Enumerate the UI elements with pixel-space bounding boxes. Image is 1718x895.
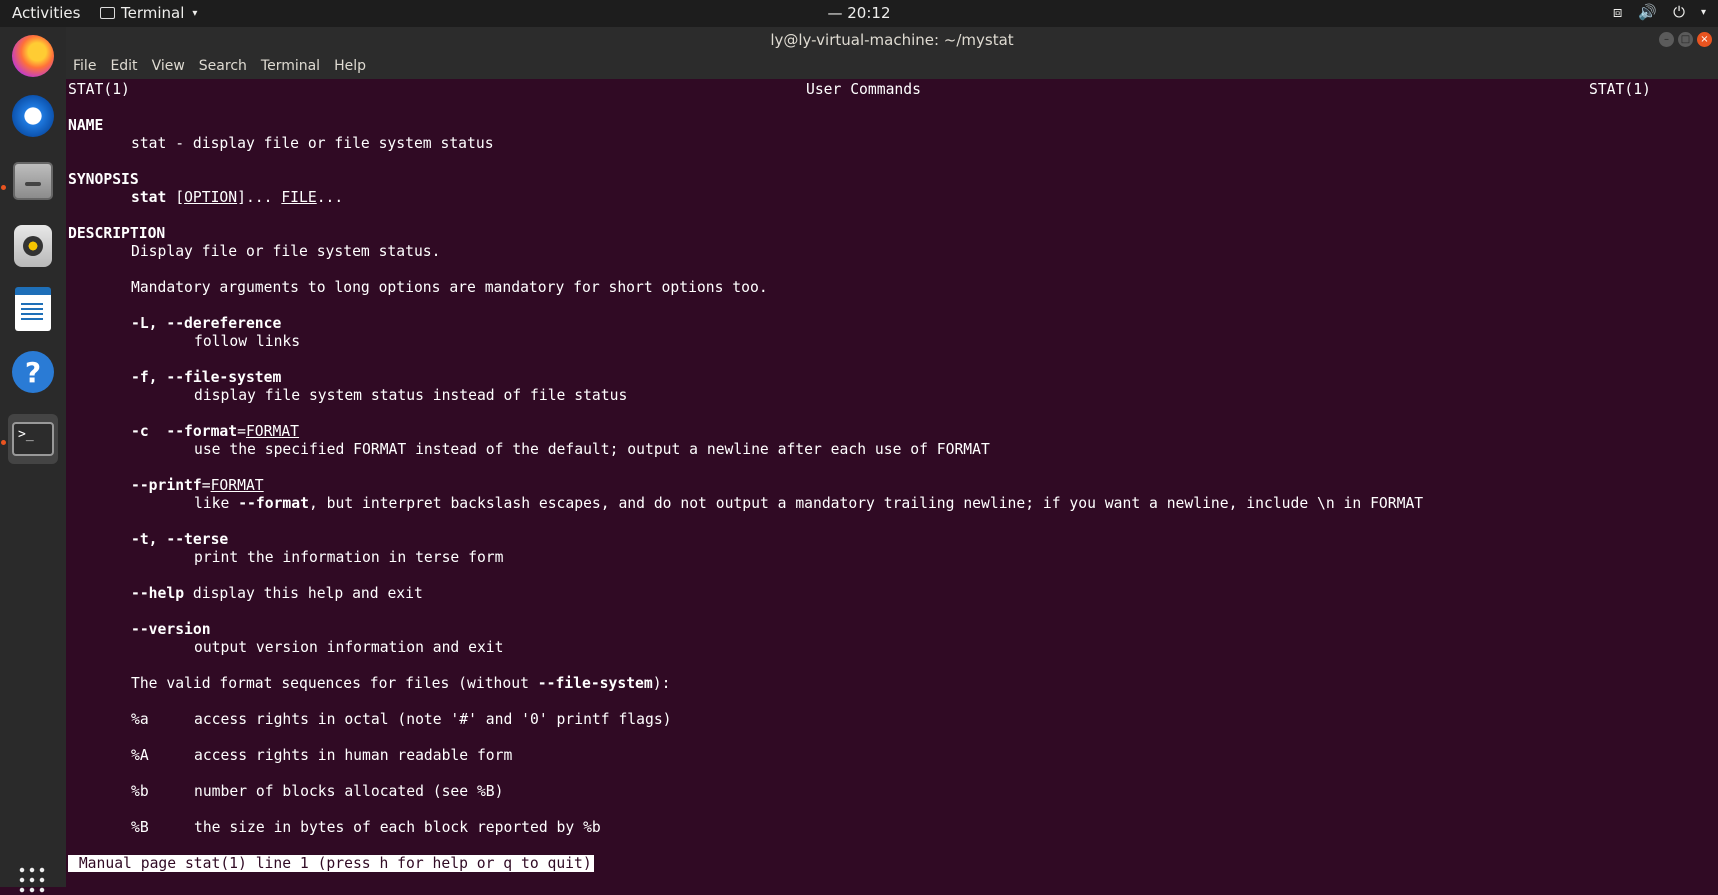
description-text: The valid format sequences for files (wi…	[131, 675, 671, 692]
format-key: %A	[131, 747, 149, 764]
section-heading: NAME	[68, 117, 104, 134]
menu-help[interactable]: Help	[327, 54, 373, 79]
help-icon: ?	[12, 351, 54, 393]
chevron-down-icon: ▾	[192, 7, 198, 19]
dock-writer[interactable]	[8, 284, 58, 334]
man-header-right: STAT(1)	[1589, 81, 1651, 98]
terminal-icon: >_	[12, 422, 54, 456]
app-menu[interactable]: Terminal ▾	[100, 4, 197, 22]
power-icon[interactable]: ⏻	[1673, 3, 1685, 21]
option-name: -t, --terse	[131, 531, 229, 548]
menu-view[interactable]: View	[145, 54, 192, 79]
dock-help[interactable]: ?	[8, 347, 58, 397]
format-key: %B	[131, 819, 149, 836]
menu-bar: File Edit View Search Terminal Help	[66, 54, 1718, 79]
format-desc: access rights in octal (note '#' and '0'…	[194, 711, 672, 728]
option-desc: display file system status instead of fi…	[194, 387, 628, 404]
terminal-scrollbar[interactable]	[1714, 79, 1718, 887]
dock-terminal[interactable]: >_	[8, 414, 58, 464]
option-desc: use the specified FORMAT instead of the …	[194, 441, 990, 458]
running-indicator	[1, 185, 6, 190]
thunderbird-icon	[12, 95, 54, 137]
synopsis-line: stat [OPTION]... FILE...	[131, 189, 344, 206]
option-desc: follow links	[194, 333, 301, 350]
section-heading: DESCRIPTION	[68, 225, 166, 242]
name-text: stat - display file or file system statu…	[131, 135, 494, 152]
menu-search[interactable]: Search	[192, 54, 254, 79]
system-tray[interactable]: ⧈ 🔊 ⏻ ▾	[1613, 3, 1706, 21]
show-applications-icon[interactable]	[17, 865, 47, 895]
man-header-left: STAT(1)	[68, 81, 130, 98]
window-title: ly@ly-virtual-machine: ~/mystat	[770, 31, 1014, 49]
option-desc: output version information and exit	[194, 639, 504, 656]
option-name: -f, --file-system	[131, 369, 282, 386]
option-desc: like --format, but interpret backslash e…	[194, 495, 1424, 512]
menu-edit[interactable]: Edit	[103, 54, 144, 79]
pager-status-line: Manual page stat(1) line 1 (press h for …	[68, 855, 594, 872]
close-button[interactable]: ×	[1697, 32, 1712, 47]
window-titlebar[interactable]: ly@ly-virtual-machine: ~/mystat – □ ×	[66, 27, 1718, 54]
dock-rhythmbox[interactable]	[8, 221, 58, 271]
maximize-button[interactable]: □	[1678, 32, 1693, 47]
top-bar: Activities Terminal ▾ — 20:12 ⧈ 🔊 ⏻ ▾	[0, 0, 1718, 27]
menu-terminal[interactable]: Terminal	[254, 54, 327, 79]
activities-button[interactable]: Activities	[12, 4, 80, 22]
dock: ? >_	[0, 27, 66, 895]
network-icon[interactable]: ⧈	[1613, 3, 1623, 21]
section-heading: SYNOPSIS	[68, 171, 139, 188]
option-name: --help display this help and exit	[131, 585, 423, 602]
man-header-center: User Commands	[806, 81, 921, 98]
option-name: --printf=FORMAT	[131, 477, 264, 494]
volume-icon[interactable]: 🔊	[1638, 3, 1657, 21]
option-name: -c --format=FORMAT	[131, 423, 300, 440]
option-name: --version	[131, 621, 211, 638]
dock-files[interactable]	[8, 156, 58, 206]
terminal-app-icon	[100, 7, 115, 19]
description-text: Mandatory arguments to long options are …	[131, 279, 768, 296]
format-desc: number of blocks allocated (see %B)	[194, 783, 504, 800]
clock[interactable]: — 20:12	[828, 4, 891, 22]
app-menu-label: Terminal	[121, 4, 185, 22]
writer-icon	[15, 287, 51, 331]
dock-thunderbird[interactable]	[8, 91, 58, 141]
option-desc: print the information in terse form	[194, 549, 504, 566]
option-name: -L, --dereference	[131, 315, 282, 332]
format-desc: the size in bytes of each block reported…	[194, 819, 601, 836]
minimize-button[interactable]: –	[1659, 32, 1674, 47]
files-icon	[13, 162, 53, 200]
format-key: %b	[131, 783, 149, 800]
terminal-output[interactable]: STAT(1) User Commands STAT(1) NAME stat …	[66, 79, 1716, 887]
description-text: Display file or file system status.	[131, 243, 441, 260]
dock-firefox[interactable]	[8, 31, 58, 81]
format-key: %a	[131, 711, 149, 728]
system-menu-chevron-icon[interactable]: ▾	[1701, 7, 1706, 18]
running-indicator	[1, 440, 6, 445]
menu-file[interactable]: File	[66, 54, 103, 79]
format-desc: access rights in human readable form	[194, 747, 513, 764]
firefox-icon	[12, 35, 54, 77]
rhythmbox-icon	[14, 225, 52, 267]
